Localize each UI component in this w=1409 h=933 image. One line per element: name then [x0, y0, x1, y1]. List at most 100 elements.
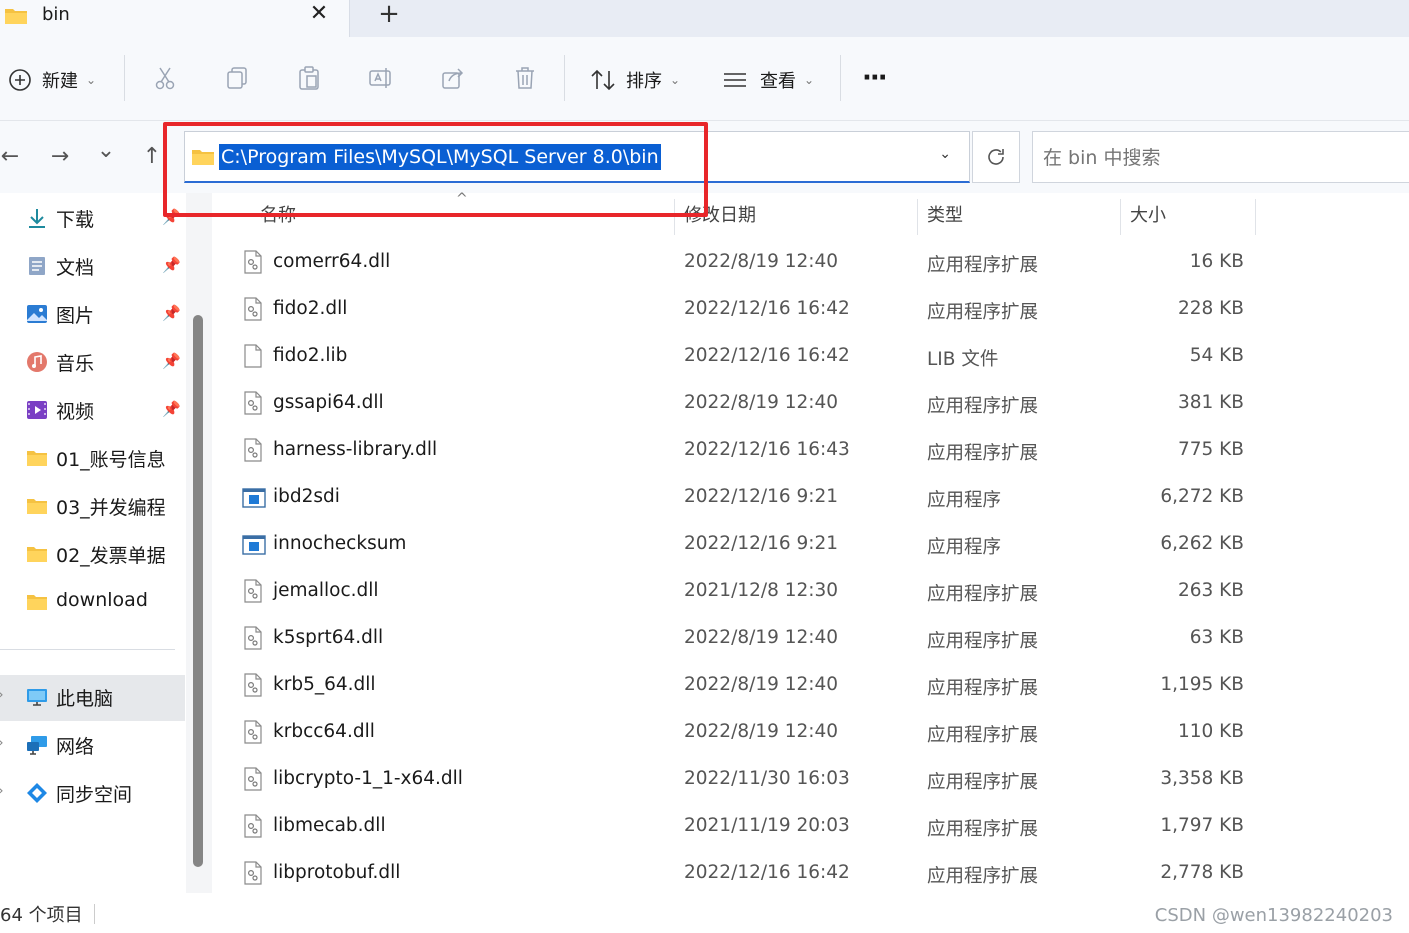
- delete-icon[interactable]: [512, 65, 538, 91]
- file-row[interactable]: libprotobuf.dll 2022/12/16 16:42 应用程序扩展 2,7…: [214, 852, 1409, 899]
- dll-file-icon: [244, 391, 262, 415]
- application-icon: [242, 534, 266, 556]
- chevron-right-icon[interactable]: ›: [0, 735, 4, 751]
- refresh-button[interactable]: [972, 131, 1020, 183]
- sidebar-item-label: download: [56, 589, 148, 611]
- sidebar-item-folder[interactable]: 01_账号信息: [0, 436, 185, 480]
- column-divider[interactable]: [1120, 199, 1121, 235]
- file-name: krb5_64.dll: [273, 674, 376, 695]
- sidebar-item-folder[interactable]: 02_发票单据: [0, 532, 185, 576]
- file-date: 2022/12/16 16:43: [684, 439, 850, 460]
- file-row[interactable]: libmecab.dll 2021/11/19 20:03 应用程序扩展 1,797 …: [214, 805, 1409, 852]
- application-icon: [242, 487, 266, 509]
- paste-icon[interactable]: [296, 65, 322, 91]
- new-tab-button[interactable]: +: [374, 0, 404, 30]
- chevron-down-icon: ⌄: [86, 73, 97, 87]
- file-date: 2022/8/19 12:40: [684, 392, 839, 413]
- plus-circle-icon: [9, 69, 31, 91]
- sidebar-scrollbar[interactable]: [186, 193, 212, 893]
- sidebar-item-pictures[interactable]: 图片 📌: [0, 292, 185, 336]
- chevron-right-icon[interactable]: ›: [0, 783, 4, 799]
- sidebar-item-label: 01_账号信息: [56, 449, 166, 471]
- file-name: gssapi64.dll: [273, 392, 384, 413]
- column-header-size[interactable]: 大小: [1130, 201, 1166, 227]
- up-arrow-icon[interactable]: ↑: [138, 143, 166, 171]
- search-input[interactable]: [1043, 144, 1403, 172]
- file-row[interactable]: jemalloc.dll 2021/12/8 12:30 应用程序扩展 263 KB: [214, 570, 1409, 617]
- new-button[interactable]: 新建 ⌄: [8, 67, 96, 93]
- sidebar-item-label: 同步空间: [56, 784, 133, 806]
- file-row[interactable]: harness-library.dll 2022/12/16 16:43 应用程序扩…: [214, 429, 1409, 476]
- sidebar-item-sync-space[interactable]: › 同步空间: [0, 771, 185, 815]
- address-bar[interactable]: C:\Program Files\MySQL\MySQL Server 8.0\…: [184, 131, 970, 183]
- file-type: 应用程序扩展: [927, 725, 1039, 746]
- sidebar-item-folder[interactable]: download: [0, 580, 185, 624]
- sidebar-item-label: 文档: [56, 257, 95, 279]
- chevron-right-icon[interactable]: ›: [0, 687, 4, 703]
- more-options-button[interactable]: ···: [862, 63, 888, 93]
- dll-file-icon: [244, 250, 262, 274]
- rename-icon[interactable]: [368, 65, 394, 91]
- cut-icon[interactable]: [152, 65, 178, 91]
- sort-button[interactable]: 排序 ⌄: [590, 67, 680, 93]
- file-type: 应用程序扩展: [927, 396, 1039, 417]
- folder-icon: [191, 147, 215, 171]
- recent-locations-icon[interactable]: ⌄: [92, 137, 120, 165]
- pin-icon: 📌: [162, 400, 181, 418]
- sidebar-item-videos[interactable]: 视频 📌: [0, 388, 185, 432]
- dll-file-icon: [244, 626, 262, 650]
- address-path[interactable]: C:\Program Files\MySQL\MySQL Server 8.0\…: [219, 144, 661, 170]
- watermark: CSDN @wen13982240203: [1154, 905, 1393, 926]
- column-header-date[interactable]: 修改日期: [684, 201, 756, 227]
- copy-icon[interactable]: [224, 65, 250, 91]
- file-row[interactable]: fido2.lib 2022/12/16 16:42 LIB 文件 54 KB: [214, 335, 1409, 382]
- sidebar-item-label: 图片: [56, 305, 95, 327]
- folder-icon: [27, 499, 47, 514]
- close-tab-icon[interactable]: ✕: [306, 0, 332, 30]
- sort-icon: [591, 69, 615, 91]
- file-name: comerr64.dll: [273, 251, 391, 272]
- column-divider[interactable]: [1255, 199, 1256, 235]
- file-name: jemalloc.dll: [273, 580, 379, 601]
- file-name: innochecksum: [273, 533, 407, 554]
- view-button[interactable]: 查看 ⌄: [722, 67, 814, 93]
- file-type: 应用程序扩展: [927, 819, 1039, 840]
- file-size: 16 KB: [1189, 251, 1244, 272]
- file-name: krbcc64.dll: [273, 721, 375, 742]
- sidebar-item-documents[interactable]: 文档 📌: [0, 244, 185, 288]
- file-row[interactable]: fido2.dll 2022/12/16 16:42 应用程序扩展 228 KB: [214, 288, 1409, 335]
- file-row[interactable]: krb5_64.dll 2022/8/19 12:40 应用程序扩展 1,195 KB: [214, 664, 1409, 711]
- forward-arrow-icon[interactable]: →: [46, 143, 74, 171]
- file-row[interactable]: innochecksum 2022/12/16 9:21 应用程序 6,262 KB: [214, 523, 1409, 570]
- sidebar-item-downloads[interactable]: 下载 📌: [0, 196, 185, 240]
- file-row[interactable]: libcrypto-1_1-x64.dll 2022/11/30 16:03 应用程…: [214, 758, 1409, 805]
- file-name: fido2.lib: [273, 345, 348, 366]
- file-row[interactable]: ibd2sdi 2022/12/16 9:21 应用程序 6,272 KB: [214, 476, 1409, 523]
- share-icon[interactable]: [440, 65, 466, 91]
- chevron-down-icon[interactable]: ⌄: [939, 146, 951, 162]
- file-date: 2022/12/16 16:42: [684, 345, 850, 366]
- file-type: 应用程序扩展: [927, 255, 1039, 276]
- sidebar-item-this-pc[interactable]: › 此电脑: [0, 675, 185, 721]
- item-count: 64 个项目: [0, 905, 83, 926]
- sidebar-item-network[interactable]: › 网络: [0, 723, 185, 767]
- column-header-type[interactable]: 类型: [927, 201, 963, 227]
- status-bar: 64 个项目 CSDN @wen13982240203: [0, 896, 1409, 933]
- sidebar-item-music[interactable]: 音乐 📌: [0, 340, 185, 384]
- column-divider[interactable]: [917, 199, 918, 235]
- file-name: fido2.dll: [273, 298, 348, 319]
- file-row[interactable]: krbcc64.dll 2022/8/19 12:40 应用程序扩展 110 KB: [214, 711, 1409, 758]
- file-row[interactable]: comerr64.dll 2022/8/19 12:40 应用程序扩展 16 KB: [214, 241, 1409, 288]
- file-row[interactable]: k5sprt64.dll 2022/8/19 12:40 应用程序扩展 63 KB: [214, 617, 1409, 664]
- file-row[interactable]: gssapi64.dll 2022/8/19 12:40 应用程序扩展 381 KB: [214, 382, 1409, 429]
- column-header-name[interactable]: 名称: [260, 201, 296, 227]
- tab-bin[interactable]: bin ✕: [0, 0, 350, 37]
- search-box[interactable]: [1032, 131, 1409, 183]
- scrollbar-thumb[interactable]: [193, 315, 203, 867]
- file-type: 应用程序扩展: [927, 302, 1039, 323]
- file-icon: [244, 344, 262, 368]
- column-divider[interactable]: [674, 199, 675, 235]
- sidebar-item-folder[interactable]: 03_并发编程: [0, 484, 185, 528]
- sidebar-item-label: 此电脑: [56, 688, 114, 710]
- back-arrow-icon[interactable]: ←: [0, 143, 24, 171]
